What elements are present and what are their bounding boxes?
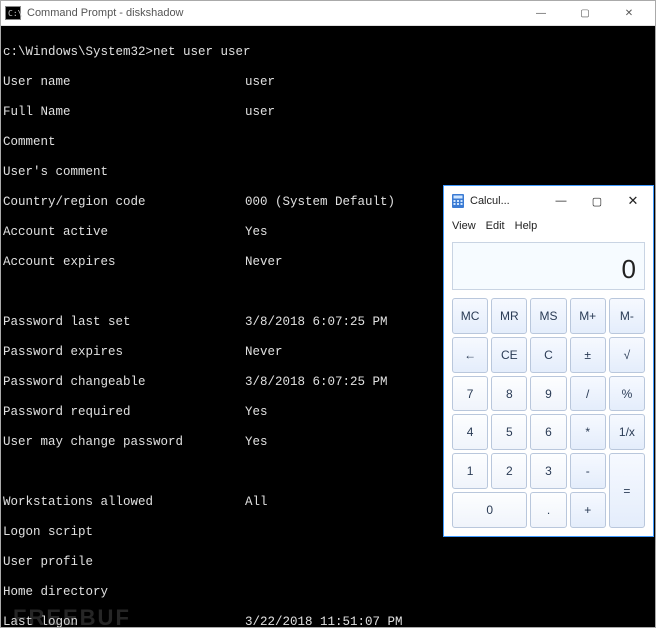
- label-last-logon: Last logon: [3, 615, 245, 627]
- calc-titlebar[interactable]: Calcul... — ▢ ✕: [444, 186, 653, 216]
- value-pwd-changeable: 3/8/2018 6:07:25 PM: [245, 375, 388, 389]
- btn-plus-minus[interactable]: ±: [570, 337, 606, 373]
- btn-equals[interactable]: =: [609, 453, 645, 528]
- btn-ce[interactable]: CE: [491, 337, 527, 373]
- value-user-name: user: [245, 75, 275, 89]
- value-full-name: user: [245, 105, 275, 119]
- value-account-expires: Never: [245, 255, 283, 269]
- value-last-logon: 3/22/2018 11:51:07 PM: [245, 615, 403, 627]
- btn-6[interactable]: 6: [530, 414, 566, 450]
- btn-subtract[interactable]: -: [570, 453, 606, 489]
- calc-minimize-button[interactable]: —: [543, 187, 579, 215]
- minimize-button[interactable]: —: [519, 1, 563, 26]
- value-country: 000 (System Default): [245, 195, 395, 209]
- value-user-may-change: Yes: [245, 435, 268, 449]
- btn-divide[interactable]: /: [570, 376, 606, 412]
- label-account-expires: Account expires: [3, 255, 245, 270]
- btn-mminus[interactable]: M-: [609, 298, 645, 334]
- btn-mc[interactable]: MC: [452, 298, 488, 334]
- btn-4[interactable]: 4: [452, 414, 488, 450]
- cmd-icon: C:\: [5, 6, 21, 20]
- label-pwd-expires: Password expires: [3, 345, 245, 360]
- label-pwd-last-set: Password last set: [3, 315, 245, 330]
- btn-ms[interactable]: MS: [530, 298, 566, 334]
- btn-9[interactable]: 9: [530, 376, 566, 412]
- btn-backspace[interactable]: ←: [452, 337, 488, 373]
- btn-c[interactable]: C: [530, 337, 566, 373]
- label-user-may-change: User may change password: [3, 435, 245, 450]
- btn-mplus[interactable]: M+: [570, 298, 606, 334]
- value-account-active: Yes: [245, 225, 268, 239]
- btn-sqrt[interactable]: √: [609, 337, 645, 373]
- label-user-name: User name: [3, 75, 245, 90]
- prompt-path: c:\Windows\System32>: [3, 45, 153, 59]
- value-workstations: All: [245, 495, 268, 509]
- calc-keypad: MC MR MS M+ M- ← CE C ± √ 7 8 9 / % 4 5 …: [444, 294, 653, 536]
- cmd-net-user: net user user: [153, 45, 251, 59]
- btn-5[interactable]: 5: [491, 414, 527, 450]
- label-home-dir: Home directory: [3, 585, 245, 600]
- cmd-title: Command Prompt - diskshadow: [27, 7, 519, 19]
- btn-add[interactable]: +: [570, 492, 606, 528]
- btn-0[interactable]: 0: [452, 492, 527, 528]
- label-logon-script: Logon script: [3, 525, 245, 540]
- btn-1[interactable]: 1: [452, 453, 488, 489]
- btn-2[interactable]: 2: [491, 453, 527, 489]
- calc-window-controls: — ▢ ✕: [543, 187, 651, 215]
- calculator-icon: [450, 193, 466, 209]
- label-pwd-changeable: Password changeable: [3, 375, 245, 390]
- calc-close-button[interactable]: ✕: [615, 187, 651, 215]
- label-account-active: Account active: [3, 225, 245, 240]
- close-button[interactable]: ✕: [607, 1, 651, 26]
- calc-maximize-button[interactable]: ▢: [579, 187, 615, 215]
- btn-percent[interactable]: %: [609, 376, 645, 412]
- btn-3[interactable]: 3: [530, 453, 566, 489]
- menu-edit[interactable]: Edit: [486, 220, 505, 232]
- menu-view[interactable]: View: [452, 220, 476, 232]
- label-country: Country/region code: [3, 195, 245, 210]
- btn-mr[interactable]: MR: [491, 298, 527, 334]
- value-pwd-required: Yes: [245, 405, 268, 419]
- cmd-titlebar[interactable]: C:\ Command Prompt - diskshadow — ▢ ✕: [1, 1, 655, 26]
- maximize-button[interactable]: ▢: [563, 1, 607, 26]
- menu-help[interactable]: Help: [515, 220, 538, 232]
- cmd-window-controls: — ▢ ✕: [519, 1, 651, 26]
- calculator-window: Calcul... — ▢ ✕ View Edit Help 0 MC MR M…: [443, 185, 654, 537]
- label-comment: Comment: [3, 135, 245, 150]
- label-users-comment: User's comment: [3, 165, 245, 180]
- label-user-profile: User profile: [3, 555, 245, 570]
- btn-7[interactable]: 7: [452, 376, 488, 412]
- value-pwd-last-set: 3/8/2018 6:07:25 PM: [245, 315, 388, 329]
- btn-8[interactable]: 8: [491, 376, 527, 412]
- btn-reciprocal[interactable]: 1/x: [609, 414, 645, 450]
- btn-decimal[interactable]: .: [530, 492, 566, 528]
- label-workstations: Workstations allowed: [3, 495, 245, 510]
- calc-display: 0: [452, 242, 645, 290]
- calc-title: Calcul...: [470, 195, 543, 207]
- value-pwd-expires: Never: [245, 345, 283, 359]
- label-pwd-required: Password required: [3, 405, 245, 420]
- label-full-name: Full Name: [3, 105, 245, 120]
- calc-menu-bar: View Edit Help: [444, 216, 653, 236]
- btn-multiply[interactable]: *: [570, 414, 606, 450]
